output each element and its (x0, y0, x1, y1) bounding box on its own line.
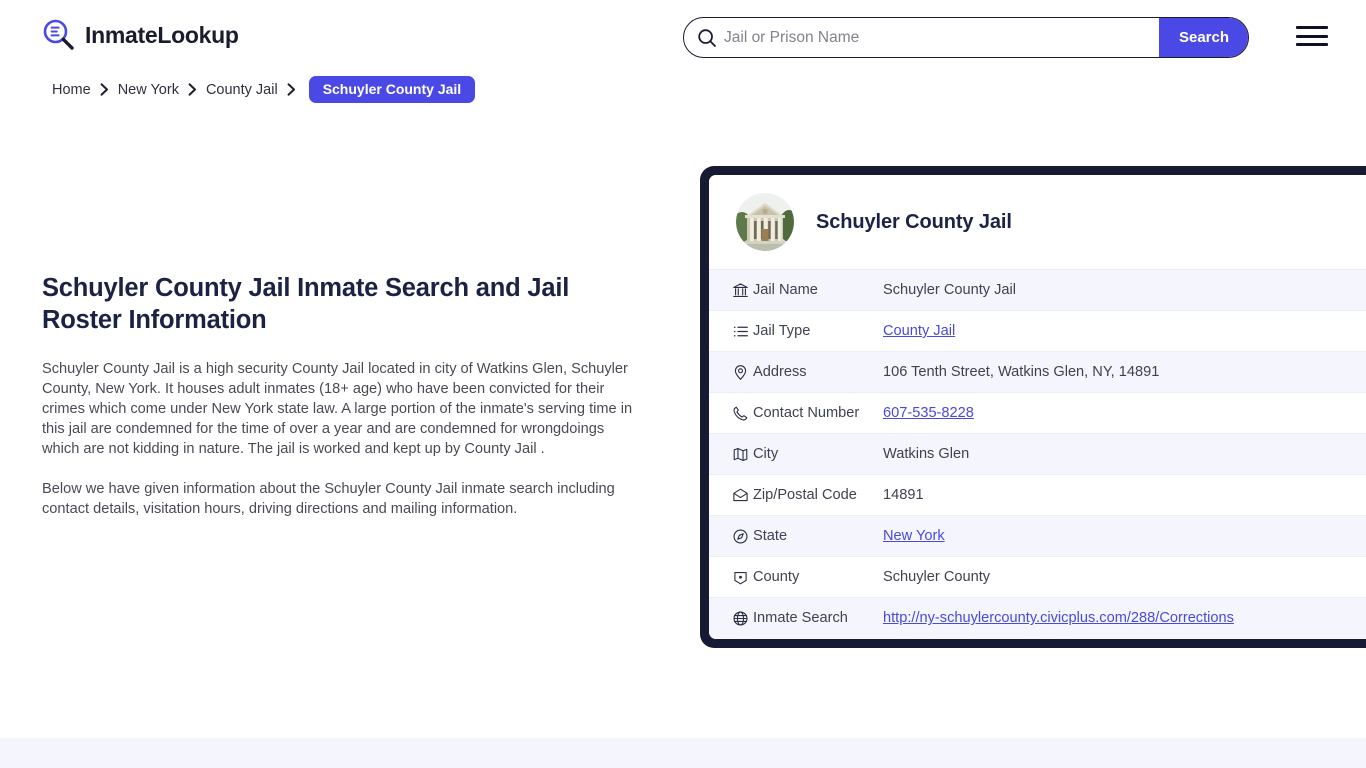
table-row: Jail Name Schuyler County Jail (709, 269, 1366, 311)
row-label: Contact Number (753, 392, 883, 434)
globe-compass-icon (709, 515, 753, 557)
jail-card-title: Schuyler County Jail (816, 210, 1012, 233)
jail-info-card-header: Schuyler County Jail (709, 175, 1366, 269)
row-label: City (753, 433, 883, 475)
row-label: Jail Type (753, 310, 883, 352)
map-pin-icon (709, 351, 753, 393)
row-value: New York (883, 515, 1366, 557)
row-value: County Jail (883, 310, 1366, 352)
contact-number-link[interactable]: 607-535-8228 (883, 405, 974, 421)
brand-name: InmateLookup (85, 21, 239, 48)
row-label: State (753, 515, 883, 557)
phone-icon (709, 392, 753, 434)
jail-info-table: Jail Name Schuyler County Jail Jail Type… (709, 269, 1366, 639)
description-paragraph-2: Below we have given information about th… (42, 481, 615, 518)
table-row: Jail Type County Jail (709, 310, 1366, 352)
table-row: Contact Number 607-535-8228 (709, 392, 1366, 434)
row-value: http://ny-schuylercounty.civicplus.com/2… (883, 597, 1366, 639)
row-value: Schuyler County (883, 556, 1366, 598)
row-label: Address (753, 351, 883, 393)
chevron-right-icon (188, 83, 197, 96)
list-icon (709, 310, 753, 352)
table-row: Address 106 Tenth Street, Watkins Glen, … (709, 351, 1366, 393)
table-row: County Schuyler County (709, 556, 1366, 598)
search-button[interactable]: Search (1159, 18, 1248, 57)
row-label: Zip/Postal Code (753, 474, 883, 516)
row-value: 607-535-8228 (883, 392, 1366, 434)
main-content: Schuyler County Jail Inmate Search and J… (42, 272, 642, 519)
table-row: City Watkins Glen (709, 433, 1366, 475)
row-value: Schuyler County Jail (883, 269, 1366, 311)
magnifier-person-icon (42, 18, 76, 52)
breadcrumb-item-new-york[interactable]: New York (118, 82, 179, 98)
row-value: 106 Tenth Street, Watkins Glen, NY, 1489… (883, 351, 1366, 393)
row-value: Watkins Glen (883, 433, 1366, 475)
site-logo[interactable]: InmateLookup (42, 18, 239, 52)
site-header: InmateLookup Search (0, 0, 1366, 74)
chevron-right-icon (100, 83, 109, 96)
breadcrumb-item-county-jail[interactable]: County Jail (206, 82, 278, 98)
row-label: Jail Name (753, 269, 883, 311)
hamburger-menu-icon[interactable] (1296, 24, 1328, 48)
search-bar[interactable]: Search (683, 17, 1249, 58)
page-title: Schuyler County Jail Inmate Search and J… (42, 274, 570, 335)
row-label: Inmate Search (753, 597, 883, 639)
envelope-icon (709, 474, 753, 516)
map-icon (709, 433, 753, 475)
breadcrumb-item-home[interactable]: Home (52, 82, 91, 98)
bank-icon (709, 269, 753, 311)
county-badge-icon (709, 556, 753, 598)
search-icon (684, 28, 724, 48)
chevron-right-icon (287, 83, 296, 96)
table-row: State New York (709, 515, 1366, 557)
breadcrumb-current-page: Schuyler County Jail (308, 76, 476, 103)
state-link[interactable]: New York (883, 528, 945, 544)
globe-icon (709, 597, 753, 639)
jail-type-link[interactable]: County Jail (883, 323, 955, 339)
table-row: Zip/Postal Code 14891 (709, 474, 1366, 516)
inmate-search-link[interactable]: http://ny-schuylercounty.civicplus.com/2… (883, 610, 1234, 626)
row-label: County (753, 556, 883, 598)
jail-info-card: Schuyler County Jail Jail Name Schuyler … (700, 166, 1366, 648)
hamburger-line (1296, 34, 1328, 38)
table-row: Inmate Search http://ny-schuylercounty.c… (709, 597, 1366, 639)
hamburger-line (1296, 43, 1328, 46)
hamburger-line (1296, 26, 1328, 29)
row-value: 14891 (883, 474, 1366, 516)
footer-band (0, 738, 1366, 768)
search-input[interactable] (724, 18, 1159, 57)
jail-photo (736, 193, 794, 251)
jail-info-card-inner: Schuyler County Jail Jail Name Schuyler … (709, 175, 1366, 639)
description-paragraph-1: Schuyler County Jail is a high security … (42, 361, 633, 458)
breadcrumb: Home New York County Jail Schuyler Count… (52, 76, 476, 103)
